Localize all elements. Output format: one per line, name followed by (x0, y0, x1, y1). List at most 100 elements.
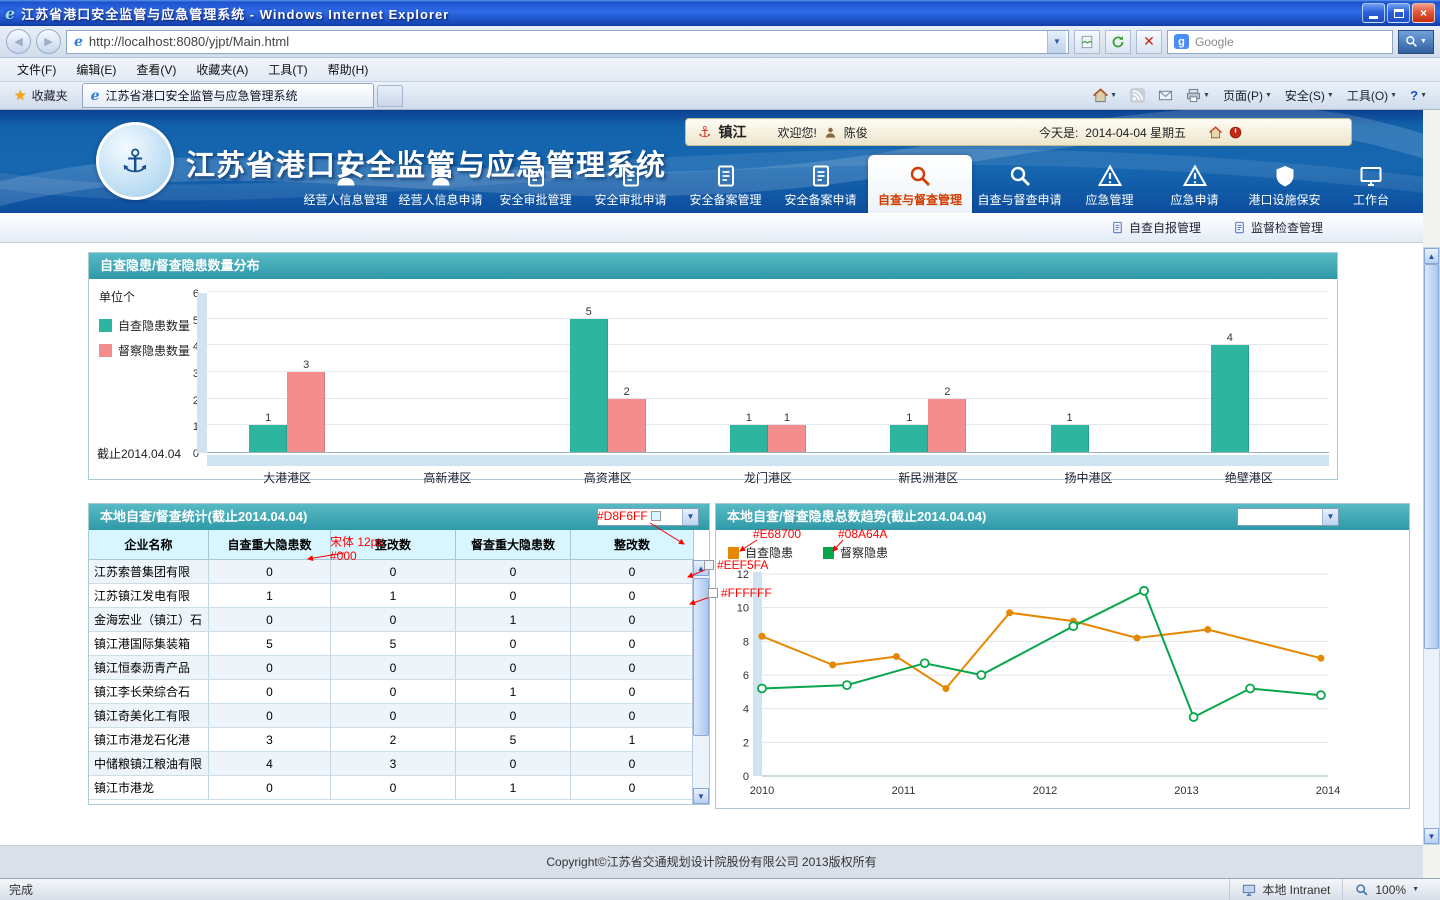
scroll-down-button[interactable]: ▼ (693, 788, 709, 804)
nav-item-label: 应急管理 (1085, 191, 1133, 208)
subnav-item-2[interactable]: 监督检查管理 (1233, 219, 1323, 236)
logo-anchor-icon: ⚓ (121, 142, 150, 180)
svg-text:4: 4 (743, 704, 749, 716)
search-button[interactable]: ▼ (1398, 30, 1434, 54)
address-bar[interactable]: e http://localhost:8080/yjpt/Main.html ▼ (66, 30, 1069, 54)
magnifier-icon (908, 164, 932, 188)
nav-item-2[interactable]: 经营人信息申请 (393, 155, 488, 213)
menu-item-4[interactable]: 工具(T) (259, 59, 316, 80)
nav-item-4[interactable]: 安全审批申请 (583, 155, 678, 213)
chevron-down-icon[interactable]: ▼ (682, 509, 698, 525)
legend-swatch (728, 547, 739, 559)
menu-bar: 文件(F)编辑(E)查看(V)收藏夹(A)工具(T)帮助(H) (0, 58, 1440, 82)
table-row[interactable]: 金海宏业（镇江）石0010 (89, 608, 709, 632)
minimize-button[interactable] (1362, 3, 1385, 23)
portal-home-icon[interactable] (1209, 126, 1222, 139)
nav-item-10[interactable]: 应急申请 (1152, 155, 1237, 213)
scroll-up-button[interactable]: ▲ (1424, 248, 1439, 264)
nav-item-3[interactable]: 安全审批管理 (488, 155, 583, 213)
scroll-thumb[interactable] (1424, 264, 1439, 649)
favorites-button[interactable]: ★ 收藏夹 (5, 84, 77, 107)
browser-tab[interactable]: e 江苏省港口安全监管与应急管理系统 (82, 83, 374, 108)
table-row[interactable]: 镇江港国际集装箱5500 (89, 632, 709, 656)
table-row[interactable]: 中储粮镇江粮油有限4300 (89, 752, 709, 776)
scroll-thumb[interactable] (693, 578, 709, 736)
main-nav: 经营人信息管理经营人信息申请安全审批管理安全审批申请安全备案管理安全备案申请自查… (298, 155, 1410, 213)
zone-label: 本地 Intranet (1262, 881, 1330, 898)
zoom-level: 100% (1375, 883, 1406, 897)
scroll-down-button[interactable]: ▼ (1424, 828, 1439, 844)
nav-item-8[interactable]: 自查与督查申请 (972, 155, 1067, 213)
color-swatch (708, 588, 718, 598)
table-row[interactable]: 镇江市港龙石化港3251 (89, 728, 709, 752)
help-button[interactable]: ?▼ (1410, 88, 1427, 103)
trend-filter-select[interactable]: ▼ (1237, 508, 1339, 526)
chevron-down-icon[interactable]: ▼ (1412, 886, 1419, 893)
page-scrollbar[interactable]: ▲ ▼ (1423, 247, 1440, 845)
safety-menu-button[interactable]: 安全(S)▼ (1285, 87, 1334, 104)
home-button[interactable]: ▼ (1093, 88, 1117, 103)
welcome-bar: ⚓ 镇江 欢迎您! 陈俊 今天是: 2014-04-04 星期五 (685, 118, 1352, 146)
value-cell: 0 (456, 656, 571, 680)
compatibility-view-button[interactable] (1074, 30, 1100, 54)
forward-button[interactable]: ▶ (36, 29, 61, 54)
page-menu-button[interactable]: 页面(P)▼ (1223, 87, 1272, 104)
menu-item-0[interactable]: 文件(F) (8, 59, 65, 80)
trend-filter-value (1238, 509, 1322, 525)
menu-item-5[interactable]: 帮助(H) (319, 59, 378, 80)
new-tab-stub[interactable] (377, 85, 403, 107)
menu-item-1[interactable]: 编辑(E) (67, 59, 125, 80)
favorites-label: 收藏夹 (32, 87, 68, 104)
stop-icon: ✕ (1143, 33, 1155, 50)
logout-power-icon[interactable] (1229, 126, 1242, 139)
city-label: 镇江 (718, 122, 746, 142)
column-header-4: 整改数 (571, 530, 694, 560)
unit-label: 单位个 (99, 288, 135, 305)
read-mail-button[interactable] (1158, 88, 1173, 103)
close-button[interactable]: × (1412, 3, 1435, 23)
nav-item-5[interactable]: 安全备案管理 (678, 155, 773, 213)
nav-item-7[interactable]: 自查与督查管理 (868, 155, 972, 213)
stop-button[interactable]: ✕ (1136, 30, 1162, 54)
table-header-row: 企业名称自查重大隐患数整改数督查重大隐患数整改数 (89, 530, 709, 560)
table-row[interactable]: 镇江恒泰沥青产品0000 (89, 656, 709, 680)
nav-item-1[interactable]: 经营人信息管理 (298, 155, 393, 213)
tools-menu-button[interactable]: 工具(O)▼ (1347, 87, 1397, 104)
value-cell: 0 (456, 560, 571, 584)
nav-item-12[interactable]: 工作台 (1332, 155, 1410, 213)
user-icon (824, 126, 837, 139)
nav-item-6[interactable]: 安全备案申请 (773, 155, 868, 213)
refresh-button[interactable] (1105, 30, 1131, 54)
table-row[interactable]: 镇江市港龙0010 (89, 776, 709, 800)
zoom-control[interactable]: 100% ▼ (1342, 879, 1431, 900)
menu-item-2[interactable]: 查看(V) (127, 59, 185, 80)
value-cell: 1 (209, 584, 331, 608)
nav-item-11[interactable]: 港口设施保安 (1237, 155, 1332, 213)
value-cell: 0 (331, 680, 456, 704)
color-swatch (651, 511, 661, 521)
table-row[interactable]: 江苏索普集团有限0000 (89, 560, 709, 584)
search-box[interactable]: g Google (1167, 30, 1393, 54)
printer-icon (1186, 88, 1201, 103)
magnifier-icon (1355, 883, 1369, 897)
bar-axis-band (207, 455, 1329, 466)
feeds-button[interactable] (1130, 88, 1145, 103)
print-button[interactable]: ▼ (1186, 88, 1210, 103)
menu-item-3[interactable]: 收藏夹(A) (187, 59, 257, 80)
url-text[interactable]: http://localhost:8080/yjpt/Main.html (89, 34, 1041, 49)
table-row[interactable]: 镇江李长荣综合石0010 (89, 680, 709, 704)
subnav-item-1[interactable]: 自查自报管理 (1111, 219, 1201, 236)
nav-item-9[interactable]: 应急管理 (1067, 155, 1152, 213)
chevron-down-icon[interactable]: ▼ (1322, 509, 1338, 525)
table-row[interactable]: 江苏镇江发电有限1100 (89, 584, 709, 608)
ie-logo-icon: e (5, 4, 15, 23)
maximize-button[interactable] (1387, 3, 1410, 23)
table-row[interactable]: 镇江奇美化工有限0000 (89, 704, 709, 728)
company-name-cell: 中储粮镇江粮油有限 (89, 752, 209, 776)
search-input[interactable]: Google (1195, 35, 1234, 49)
back-button[interactable]: ◀ (6, 29, 31, 54)
table-scrollbar[interactable]: ▲ ▼ (692, 560, 709, 804)
address-dropdown-button[interactable]: ▼ (1047, 31, 1066, 53)
value-cell: 0 (571, 752, 694, 776)
refresh-icon (1111, 35, 1125, 49)
